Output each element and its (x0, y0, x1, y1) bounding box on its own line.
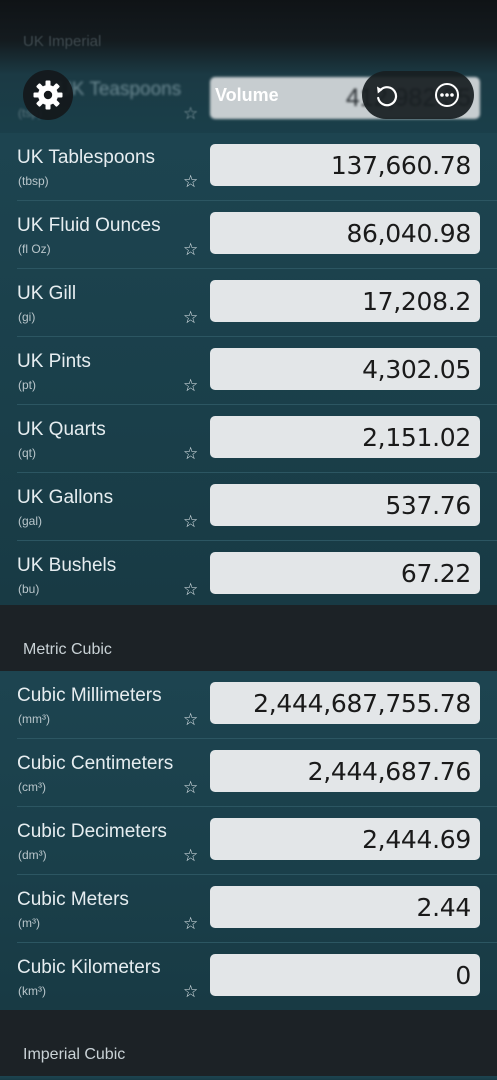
imperial-cubic-group (0, 1076, 497, 1080)
value-field[interactable]: 2.44 (210, 886, 480, 928)
undo-icon (377, 86, 398, 107)
value-field[interactable]: 17,208.2 (210, 280, 480, 322)
favorite-star-icon[interactable]: ☆ (183, 779, 198, 796)
metric-cubic-group: Cubic Millimeters (mm³) ☆ 2,444,687,755.… (0, 671, 497, 1010)
favorite-star-icon[interactable]: ☆ (183, 847, 198, 864)
unit-name: UK Quarts (17, 419, 106, 440)
unit-name: Cubic Kilometers (17, 957, 161, 978)
section-title: Metric Cubic (23, 641, 112, 658)
unit-abbr: (qt) (18, 446, 36, 460)
more-icon (435, 83, 459, 107)
unit-row: Cubic Kilometers (km³) ☆ 0 (0, 943, 497, 1011)
unit-name: UK Pints (17, 351, 91, 372)
value-field[interactable]: 0 (210, 954, 480, 996)
unit-abbr: (cm³) (18, 780, 46, 794)
gear-icon (33, 80, 63, 110)
unit-name: Cubic Millimeters (17, 685, 162, 706)
favorite-star-icon[interactable]: ☆ (183, 711, 198, 728)
unit-row: UK Fluid Ounces (fl Oz) ☆ 86,040.98 (0, 201, 497, 269)
unit-name: UK Fluid Ounces (17, 215, 161, 236)
unit-abbr: (fl Oz) (18, 242, 51, 256)
value-field[interactable]: 2,444,687.76 (210, 750, 480, 792)
favorite-star-icon[interactable]: ☆ (183, 309, 198, 326)
unit-abbr: (km³) (18, 984, 46, 998)
unit-abbr: (bu) (18, 582, 40, 596)
unit-name: Cubic Decimeters (17, 821, 167, 842)
unit-abbr: (gi) (18, 310, 36, 324)
page-title: Volume (215, 85, 279, 105)
favorite-star-icon[interactable]: ☆ (183, 581, 198, 598)
unit-row: UK Quarts (qt) ☆ 2,151.02 (0, 405, 497, 473)
value-field[interactable]: 2,151.02 (210, 416, 480, 458)
value-field[interactable]: 4,302.05 (210, 348, 480, 390)
uk-imperial-group: UK Tablespoons (tbsp) ☆ 137,660.78 UK Fl… (0, 133, 497, 605)
unit-abbr: (m³) (18, 916, 40, 930)
value-field[interactable]: 67.22 (210, 552, 480, 594)
unit-name: Cubic Meters (17, 889, 129, 910)
unit-abbr: (dm³) (18, 848, 47, 862)
ghost-star-icon: ☆ (183, 104, 199, 123)
value-field[interactable]: 2,444.69 (210, 818, 480, 860)
unit-row: UK Tablespoons (tbsp) ☆ 137,660.78 (0, 133, 497, 201)
unit-row: Cubic Centimeters (cm³) ☆ 2,444,687.76 (0, 739, 497, 807)
section-title: Imperial Cubic (23, 1046, 126, 1063)
unit-name: UK Bushels (17, 555, 117, 576)
unit-row: UK Bushels (bu) ☆ 67.22 (0, 541, 497, 609)
value-field[interactable]: 137,660.78 (210, 144, 480, 186)
more-button[interactable] (432, 80, 462, 110)
unit-name: UK Gill (17, 283, 77, 304)
value-field[interactable]: 2,444,687,755.78 (210, 682, 480, 724)
unit-abbr: (gal) (18, 514, 43, 528)
favorite-star-icon[interactable]: ☆ (183, 915, 198, 932)
value-field[interactable]: 86,040.98 (210, 212, 480, 254)
unit-row: UK Gill (gi) ☆ 17,208.2 (0, 269, 497, 337)
favorite-star-icon[interactable]: ☆ (183, 513, 198, 530)
settings-button[interactable] (23, 70, 73, 120)
unit-row: Cubic Meters (m³) ☆ 2.44 (0, 875, 497, 943)
ghost-section-title: UK Imperial (23, 33, 102, 50)
unit-abbr: (pt) (18, 378, 36, 392)
unit-name: Cubic Centimeters (17, 753, 174, 774)
favorite-star-icon[interactable]: ☆ (183, 445, 198, 462)
ghost-row-name: UK Teaspoons (58, 79, 182, 100)
favorite-star-icon[interactable]: ☆ (183, 983, 198, 1000)
undo-button[interactable] (371, 80, 401, 110)
unit-row: UK Gallons (gal) ☆ 537.76 (0, 473, 497, 541)
favorite-star-icon[interactable]: ☆ (183, 377, 198, 394)
action-pill (362, 71, 474, 119)
favorite-star-icon[interactable]: ☆ (183, 173, 198, 190)
unit-name: UK Gallons (17, 487, 114, 508)
unit-abbr: (tbsp) (18, 174, 49, 188)
unit-name: UK Tablespoons (17, 147, 156, 168)
unit-row: Cubic Millimeters (mm³) ☆ 2,444,687,755.… (0, 671, 497, 739)
unit-abbr: (mm³) (18, 712, 50, 726)
section-header-metric-cubic: Metric Cubic (0, 605, 497, 671)
favorite-star-icon[interactable]: ☆ (183, 241, 198, 258)
section-header-imperial-cubic: Imperial Cubic (0, 1010, 497, 1076)
unit-row: UK Pints (pt) ☆ 4,302.05 (0, 337, 497, 405)
unit-row: Cubic Decimeters (dm³) ☆ 2,444.69 (0, 807, 497, 875)
value-field[interactable]: 537.76 (210, 484, 480, 526)
